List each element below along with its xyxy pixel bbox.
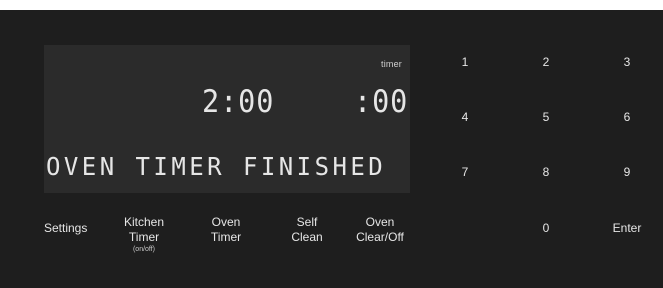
kitchen-timer-button[interactable]: Kitchen Timer (on/off) — [119, 215, 169, 254]
keypad-9-button[interactable]: 9 — [612, 165, 642, 179]
keypad-1-button[interactable]: 1 — [450, 55, 480, 69]
keypad-0-button[interactable]: 0 — [531, 221, 561, 235]
oven-clear-off-button[interactable]: Oven Clear/Off — [350, 215, 410, 245]
keypad-8-button[interactable]: 8 — [531, 165, 561, 179]
timer-label: timer — [381, 59, 402, 69]
oven-timer-label-line2: Timer — [210, 230, 242, 244]
oven-clear-label-line2: Clear/Off — [356, 230, 404, 244]
self-clean-button[interactable]: Self Clean — [282, 215, 332, 245]
oven-timer-button[interactable]: Oven Timer — [201, 215, 251, 245]
keypad-4-button[interactable]: 4 — [450, 110, 480, 124]
keypad-3-button[interactable]: 3 — [612, 55, 642, 69]
clock-time-readout: 2:00 — [202, 84, 275, 120]
kitchen-timer-sublabel: (on/off) — [132, 246, 156, 253]
oven-clear-label-line1: Oven — [365, 215, 395, 229]
keypad-6-button[interactable]: 6 — [612, 110, 642, 124]
keypad-2-button[interactable]: 2 — [531, 55, 561, 69]
timer-time-readout: :00 — [354, 84, 409, 120]
enter-button[interactable]: Enter — [607, 221, 647, 235]
kitchen-timer-label-line2: Timer — [128, 230, 160, 244]
keypad-5-button[interactable]: 5 — [531, 110, 561, 124]
self-clean-label-line2: Clean — [291, 230, 323, 244]
self-clean-label-line1: Self — [296, 215, 318, 229]
oven-control-panel — [0, 10, 663, 288]
settings-button[interactable]: Settings — [44, 221, 88, 236]
keypad-7-button[interactable]: 7 — [450, 165, 480, 179]
kitchen-timer-label-line1: Kitchen — [123, 215, 165, 229]
status-message: OVEN TIMER FINISHED — [46, 152, 387, 181]
settings-button-label: Settings — [44, 221, 88, 235]
oven-timer-label-line1: Oven — [211, 215, 241, 229]
